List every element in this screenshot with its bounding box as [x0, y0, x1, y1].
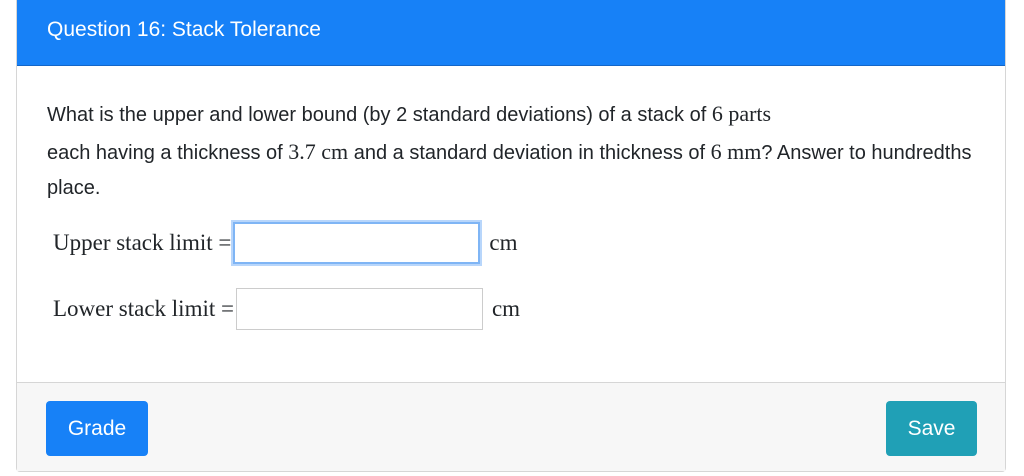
text: and a standard deviation in thickness of	[348, 141, 711, 164]
card-footer: Grade Save	[17, 382, 1005, 471]
lower-limit-row: Lower stack limit = cm	[53, 288, 520, 330]
unit: cm	[315, 138, 349, 164]
value: 6	[711, 101, 723, 126]
text: each having a thickness of	[47, 141, 289, 164]
upper-limit-label: Upper stack limit =	[53, 230, 232, 255]
unit: parts	[722, 101, 772, 126]
upper-limit-row: Upper stack limit = cm	[53, 222, 518, 264]
value: 3.7	[288, 138, 316, 164]
unit: mm	[721, 138, 762, 164]
question-text: What is the upper and lower bound (by 2 …	[47, 96, 977, 207]
text: What is the upper and lower bound (by 2 …	[47, 104, 712, 126]
math-thickness: 3.7 cm	[288, 139, 348, 164]
math-parts-count: 6 parts	[712, 101, 771, 126]
math-sd: 6 mm	[711, 139, 762, 164]
upper-limit-unit: cm	[489, 230, 518, 255]
question-title: Question 16: Stack Tolerance	[47, 18, 321, 41]
value: 6	[710, 138, 722, 164]
save-button[interactable]: Save	[886, 401, 977, 456]
lower-limit-unit: cm	[491, 296, 521, 321]
grade-button[interactable]: Grade	[46, 401, 148, 456]
card-header: Question 16: Stack Tolerance	[17, 0, 1005, 66]
upper-limit-input[interactable]	[233, 222, 481, 264]
lower-limit-input[interactable]	[235, 288, 483, 330]
question-card: Question 16: Stack Tolerance What is the…	[16, 0, 1006, 472]
lower-limit-label: Lower stack limit =	[53, 296, 234, 321]
